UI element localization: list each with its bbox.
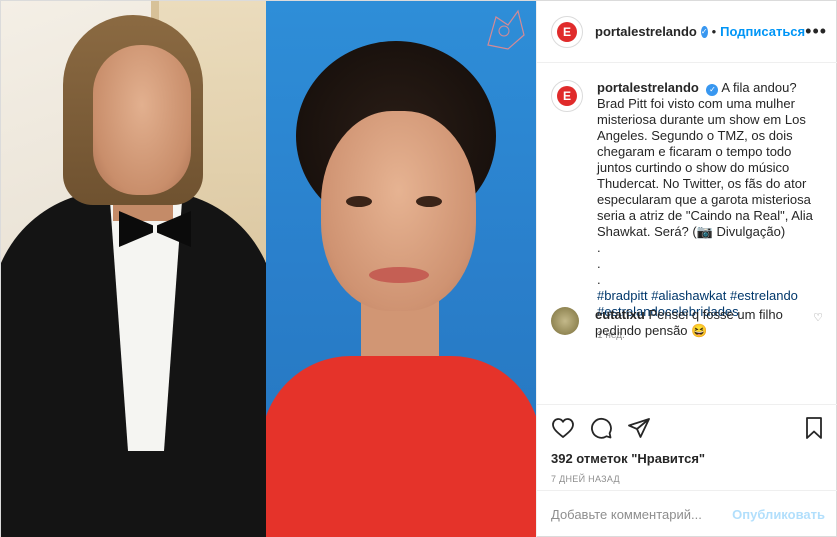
comment-username[interactable]: eutatixu — [595, 307, 645, 322]
caption-dot: . — [597, 272, 601, 287]
verified-icon: ✓ — [706, 84, 719, 96]
red-top — [266, 356, 536, 537]
verified-icon: ✓ — [700, 25, 708, 38]
eye — [416, 196, 442, 207]
brand-logo: E — [557, 86, 577, 106]
likes-count[interactable]: 392 отметок "Нравится" — [551, 451, 825, 466]
instagram-post-modal: E portalestrelando ✓ • Подписаться ••• E… — [0, 0, 837, 537]
bowtie — [119, 211, 191, 247]
heart-icon[interactable] — [551, 416, 575, 440]
caption-text: portalestrelando ✓ A fila andou? Brad Pi… — [597, 80, 823, 320]
caption-body: A fila andou? Brad Pitt foi visto com um… — [597, 80, 813, 239]
post-header: E portalestrelando ✓ • Подписаться ••• — [537, 1, 837, 63]
comments-area[interactable]: E portalestrelando ✓ A fila andou? Brad … — [537, 64, 837, 402]
caption: E portalestrelando ✓ A fila andou? Brad … — [537, 64, 837, 320]
avatar[interactable]: E — [551, 80, 583, 112]
add-comment-bar: Опубликовать — [537, 490, 837, 537]
caption-dot: . — [597, 240, 601, 255]
post-media[interactable] — [1, 1, 536, 537]
separator: • — [711, 24, 717, 39]
photo-woman-red-top — [266, 1, 536, 537]
brand-logo: E — [557, 21, 577, 42]
comment-text: eutatixu Pensei q fosse um filho pedindo… — [595, 307, 795, 339]
comment-input[interactable] — [551, 507, 733, 522]
post-actions: 392 отметок "Нравится" 7 ДНЕЙ НАЗАД — [537, 404, 837, 484]
eye — [346, 196, 372, 207]
face — [93, 45, 191, 195]
action-icons — [551, 413, 825, 443]
comment-like-icon[interactable]: ♡ — [813, 307, 823, 339]
comment-icon[interactable] — [589, 416, 613, 440]
post-timestamp[interactable]: 7 ДНЕЙ НАЗАД — [551, 474, 825, 484]
bookmark-icon[interactable] — [803, 416, 825, 440]
commenter-avatar[interactable] — [551, 307, 579, 335]
caption-username[interactable]: portalestrelando — [597, 80, 699, 95]
caption-dot: . — [597, 256, 601, 271]
more-icon[interactable]: ••• — [805, 21, 827, 42]
comment: eutatixu Pensei q fosse um filho pedindo… — [551, 307, 823, 339]
photo-man-tuxedo — [1, 1, 266, 537]
lips — [369, 267, 429, 283]
share-icon[interactable] — [627, 416, 651, 440]
follow-button[interactable]: Подписаться — [720, 24, 805, 39]
publish-button[interactable]: Опубликовать — [732, 507, 825, 522]
post-side-panel: E portalestrelando ✓ • Подписаться ••• E… — [536, 1, 837, 537]
hashtags[interactable]: #bradpitt #aliashawkat #estrelando — [597, 288, 823, 304]
avatar[interactable]: E — [551, 15, 583, 48]
doodle-graphic — [487, 9, 525, 50]
header-username[interactable]: portalestrelando — [595, 24, 697, 39]
